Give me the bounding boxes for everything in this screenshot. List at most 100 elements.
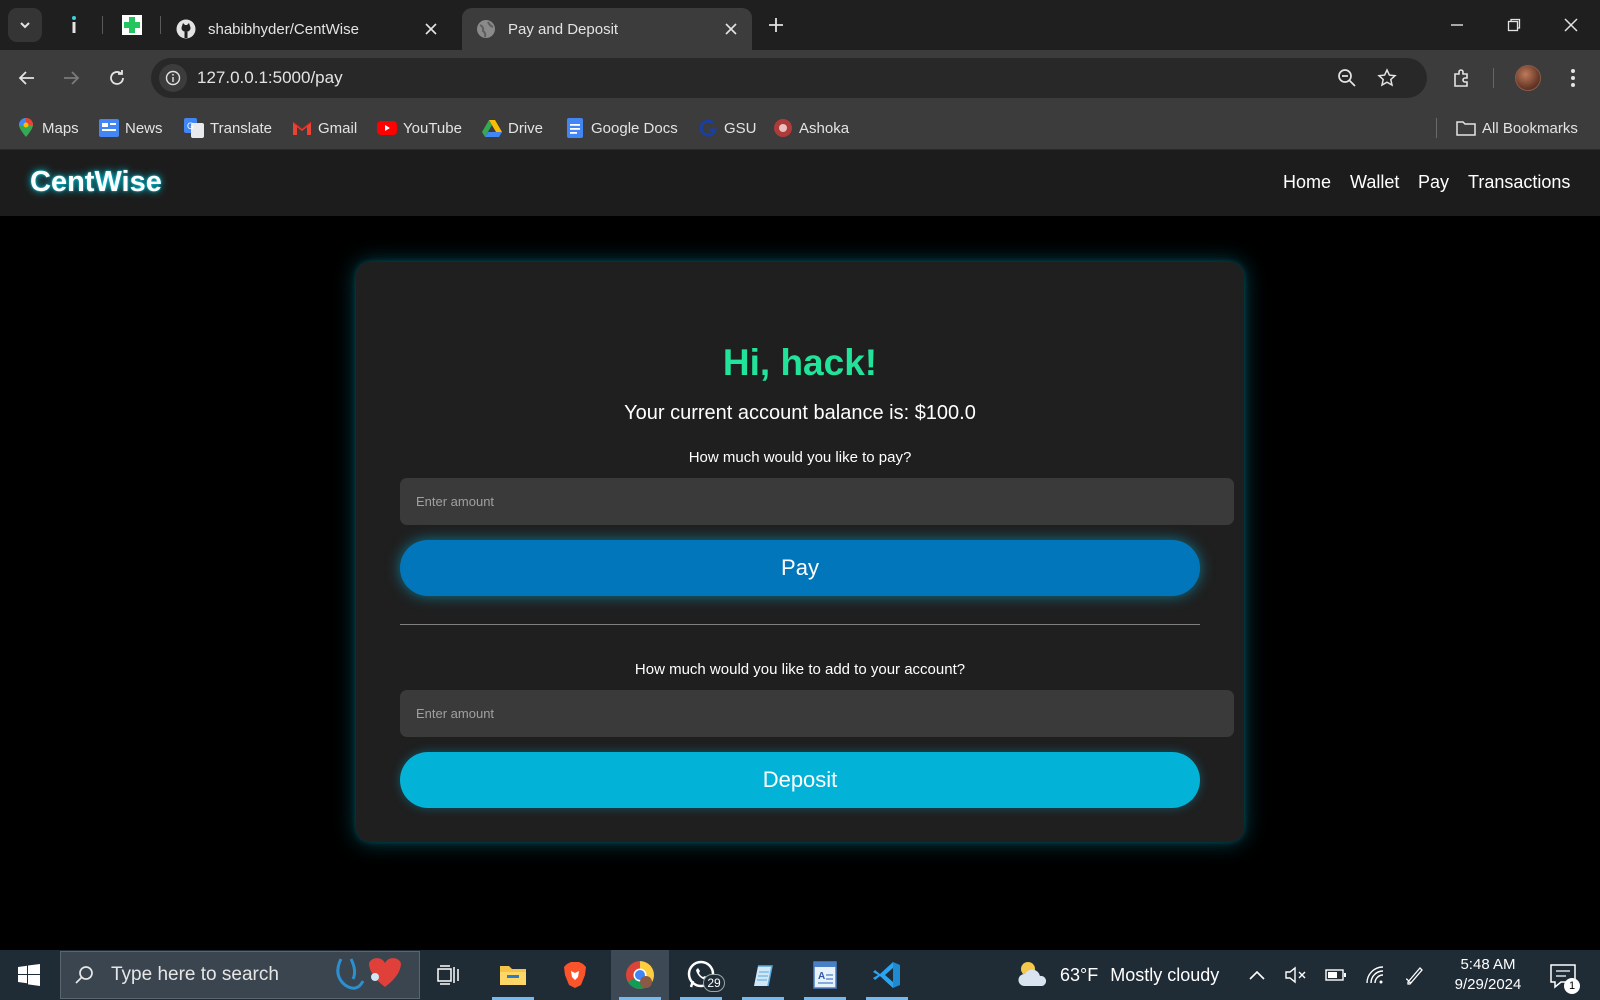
pen-workspace-button[interactable] (1403, 963, 1427, 987)
nav-link-pay[interactable]: Pay (1418, 172, 1449, 193)
bookmark-google-docs[interactable]: Google Docs (565, 116, 678, 140)
bookmark-youtube[interactable]: YouTube (377, 116, 462, 140)
pay-deposit-card: Hi, hack! Your current account balance i… (356, 262, 1244, 842)
back-button[interactable] (11, 62, 43, 94)
site-info-button[interactable] (159, 64, 187, 92)
tab-search-button[interactable] (8, 8, 42, 42)
news-icon (99, 118, 119, 138)
nav-link-home[interactable]: Home (1283, 172, 1331, 193)
pay-button[interactable]: Pay (400, 540, 1200, 596)
bookmark-label: YouTube (403, 119, 462, 137)
bookmark-gmail[interactable]: Gmail (292, 116, 357, 140)
browser-tab-bar: shabibhyder/CentWise Pay and Deposit (0, 0, 1600, 50)
partly-cloudy-moon-icon (1018, 962, 1047, 986)
taskbar-vscode[interactable] (858, 950, 916, 1000)
kebab-menu-icon (1571, 69, 1575, 87)
task-view-button[interactable] (420, 950, 478, 1000)
taskbar-whatsapp[interactable]: 29 (672, 950, 730, 1000)
brand-logo[interactable]: CentWise (30, 166, 162, 199)
taskbar-chrome[interactable] (611, 950, 669, 1000)
battery-button[interactable] (1324, 963, 1348, 987)
taskbar-file-explorer[interactable] (484, 950, 542, 1000)
nav-link-wallet[interactable]: Wallet (1350, 172, 1399, 193)
profile-avatar[interactable] (1515, 65, 1541, 91)
svg-text:G: G (187, 121, 194, 131)
bookmarks-bar: Maps News G Translate Gmail YouTube Driv… (0, 106, 1600, 150)
volume-button[interactable] (1284, 963, 1308, 987)
reload-icon (110, 70, 124, 85)
weather-description: Mostly cloudy (1110, 964, 1220, 985)
new-tab-button[interactable] (764, 13, 788, 37)
youtube-icon (377, 118, 397, 138)
svg-text:A: A (818, 971, 825, 982)
close-icon[interactable] (722, 20, 740, 38)
bookmark-label: GSU (724, 119, 757, 137)
bookmark-star-button[interactable] (1375, 66, 1399, 90)
bookmark-news[interactable]: News (99, 116, 163, 140)
close-icon[interactable] (422, 20, 440, 38)
taskbar-wordpad[interactable]: A (796, 950, 854, 1000)
section-divider (400, 624, 1200, 625)
deposit-button[interactable]: Deposit (400, 752, 1200, 808)
zoom-button[interactable] (1335, 66, 1359, 90)
restore-button[interactable] (1492, 9, 1536, 41)
chevron-up-icon (1249, 970, 1265, 980)
address-bar[interactable]: 127.0.0.1:5000/pay (151, 58, 1427, 98)
tab-separator (102, 16, 103, 34)
bookmark-label: Drive (508, 119, 544, 137)
tab-pay-and-deposit[interactable]: Pay and Deposit (462, 8, 752, 50)
folder-icon (1456, 118, 1476, 138)
deposit-amount-input[interactable] (400, 690, 1234, 737)
browser-menu-button[interactable] (1557, 62, 1589, 94)
chevron-down-icon (20, 22, 30, 29)
whatsapp-unread-badge: 29 (703, 974, 725, 992)
maps-pin-icon (16, 118, 36, 138)
bookmark-gsu[interactable]: GSU (698, 116, 757, 140)
tab-github[interactable]: shabibhyder/CentWise (162, 8, 452, 50)
pay-amount-input[interactable] (400, 478, 1234, 525)
weather-temperature: 63°F (1060, 964, 1099, 985)
tab-separator (160, 16, 161, 34)
nav-link-transactions[interactable]: Transactions (1468, 172, 1570, 193)
network-button[interactable] (1364, 963, 1388, 987)
wifi-icon (1366, 966, 1384, 984)
taskbar-search-box[interactable]: Type here to search (60, 951, 420, 999)
vscode-icon (873, 962, 900, 988)
show-hidden-icons-button[interactable] (1245, 963, 1269, 987)
bookmark-drive[interactable]: Drive (482, 116, 543, 140)
bookmark-ashoka[interactable]: Ashoka (773, 116, 849, 140)
close-window-button[interactable] (1549, 9, 1593, 41)
bookmark-translate[interactable]: G Translate (184, 116, 272, 140)
url-text[interactable]: 127.0.0.1:5000/pay (197, 68, 343, 88)
bookmarks-separator (1436, 118, 1437, 138)
pinned-tab-info[interactable] (62, 13, 86, 37)
pen-icon (1405, 967, 1423, 985)
start-button[interactable] (12, 963, 46, 987)
stethoscope-heart-doodle-icon (336, 958, 401, 990)
chrome-icon (626, 961, 654, 989)
brave-lion-icon (564, 962, 586, 988)
notification-count-badge: 1 (1564, 978, 1580, 994)
taskbar-notepad[interactable] (734, 950, 792, 1000)
site-navbar: CentWise Home Wallet Pay Transactions (0, 150, 1600, 216)
all-bookmarks-button[interactable]: All Bookmarks (1456, 116, 1578, 140)
minimize-button[interactable] (1435, 9, 1479, 41)
star-icon (1377, 68, 1397, 87)
drive-icon (482, 118, 502, 138)
tab-title: shabibhyder/CentWise (208, 20, 359, 38)
forward-button[interactable] (55, 62, 87, 94)
weather-widget[interactable]: 63°F Mostly cloudy (1016, 960, 1219, 990)
restore-icon (1507, 18, 1521, 32)
docs-icon (565, 118, 585, 138)
taskbar-brave[interactable] (546, 950, 604, 1000)
reload-button[interactable] (101, 62, 133, 94)
battery-icon (1325, 969, 1346, 981)
windows-logo-icon (18, 964, 40, 986)
system-clock[interactable]: 5:48 AM 9/29/2024 (1448, 955, 1528, 995)
greeting-heading: Hi, hack! (722, 342, 878, 383)
bookmark-maps[interactable]: Maps (16, 116, 79, 140)
extensions-button[interactable] (1446, 62, 1478, 94)
pinned-tab-plus[interactable] (120, 13, 144, 37)
gmail-icon (292, 118, 312, 138)
bookmark-label: Ashoka (799, 119, 850, 137)
